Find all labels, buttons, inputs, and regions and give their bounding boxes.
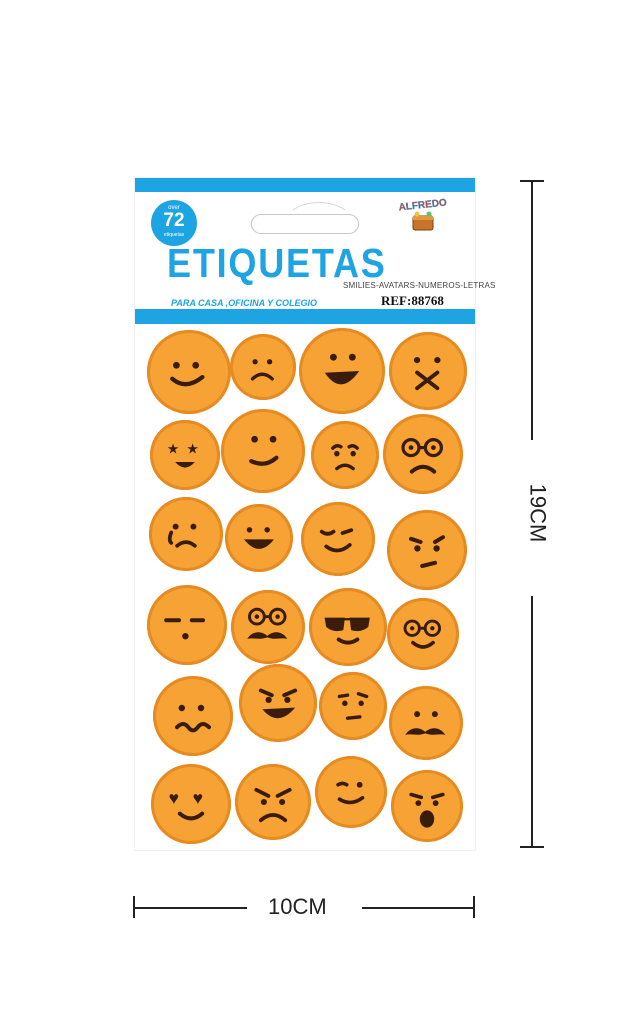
package-title: ETIQUETAS — [167, 240, 387, 286]
width-dimension-label: 10CM — [268, 894, 327, 919]
skeptical-face-icon — [337, 692, 369, 720]
sticker-confused — [153, 676, 233, 756]
badge-unit: etiquetas — [163, 232, 185, 238]
height-dimension-tick-top — [520, 180, 544, 182]
sticker-smile — [147, 330, 231, 414]
evil-grin-face-icon — [258, 688, 298, 719]
sticker-package: over 72 etiquetas ALFREDO ETIQUETAS SMIL… — [135, 178, 495, 850]
sunglasses-face-icon — [324, 617, 370, 645]
smile-face-icon — [170, 361, 205, 387]
wink-face-icon — [319, 528, 354, 553]
angry-face-icon — [254, 787, 292, 823]
worried-face-icon — [331, 444, 359, 471]
sticker-worried — [311, 421, 379, 489]
crying-face-icon — [167, 523, 197, 548]
sticker-surprised-squint — [147, 585, 227, 665]
sticker-suspicious — [387, 510, 467, 590]
sticker-star-eyes: ★ ★ — [150, 420, 220, 490]
width-dimension-line-right — [362, 907, 474, 909]
badge-count: 72 — [163, 210, 185, 231]
package-header: over 72 etiquetas ALFREDO ETIQUETAS SMIL… — [135, 178, 495, 324]
height-dimension-tick-bottom — [520, 846, 544, 848]
glasses-smile-face-icon — [403, 619, 441, 649]
sticker-crying — [149, 497, 223, 571]
star-eyes-face-icon: ★ ★ — [167, 441, 199, 468]
sticker-taped-mouth — [389, 332, 467, 410]
svg-text:★: ★ — [167, 441, 180, 457]
suspicious-face-icon — [409, 535, 445, 568]
content-face-icon — [336, 781, 365, 805]
sticker-sad — [230, 334, 296, 400]
laugh-face-icon — [324, 353, 360, 385]
sticker-shocked — [391, 770, 463, 842]
sticker-content — [315, 756, 387, 828]
glasses-frown-face-icon — [401, 438, 443, 474]
brand-logo: ALFREDO — [398, 197, 448, 231]
sticker-smirk — [221, 409, 305, 493]
width-dimension-line-left — [133, 907, 247, 909]
sticker-heart-eyes: ♥ ♥ — [151, 764, 231, 844]
sticker-glasses-frown — [383, 414, 463, 494]
width-dimension-tick-right — [473, 896, 475, 918]
sticker-sheet: ★ ★ ♥ ♥ — [135, 324, 475, 850]
hang-hole — [251, 214, 359, 234]
mustache-face-icon — [405, 711, 446, 735]
width-dimension-tick-left — [133, 896, 135, 918]
sad-face-icon — [250, 359, 274, 381]
svg-text:★: ★ — [186, 441, 199, 457]
grin-face-icon — [244, 527, 274, 549]
sticker-grin — [225, 504, 293, 572]
package-subtitle: SMILIES-AVATARS-NUMEROS-LETRAS — [343, 281, 496, 290]
taped-mouth-face-icon — [413, 356, 441, 391]
brand-logo-text: ALFREDO — [398, 197, 447, 213]
sticker-glasses-smile — [387, 598, 459, 670]
sticker-skeptical — [319, 672, 387, 740]
header-bottom-band — [135, 309, 475, 324]
sticker-mustache — [389, 686, 463, 760]
package-tagline: PARA CASA ,OFICINA Y COLEGIO — [171, 298, 318, 308]
glasses-mustache-face-icon — [247, 607, 288, 639]
heart-eyes-face-icon: ♥ ♥ — [169, 788, 205, 821]
shocked-face-icon — [409, 792, 445, 828]
smirk-face-icon — [249, 435, 279, 466]
reference-number: REF:88768 — [381, 293, 444, 308]
surprised-squint-face-icon — [164, 618, 205, 640]
sticker-angry — [235, 764, 311, 840]
height-dimension-line-bottom — [531, 596, 533, 846]
svg-text:♥: ♥ — [193, 788, 203, 808]
svg-text:♥: ♥ — [169, 788, 179, 808]
sticker-glasses-mustache — [231, 590, 305, 664]
header-top-band — [135, 178, 475, 192]
sticker-sunglasses — [309, 588, 387, 666]
confused-face-icon — [175, 704, 211, 733]
sticker-evil-grin — [239, 664, 317, 742]
height-dimension-line-top — [531, 180, 533, 440]
sticker-laugh — [299, 328, 385, 414]
sticker-wink — [301, 502, 375, 576]
height-dimension-label: 19CM — [525, 483, 551, 543]
